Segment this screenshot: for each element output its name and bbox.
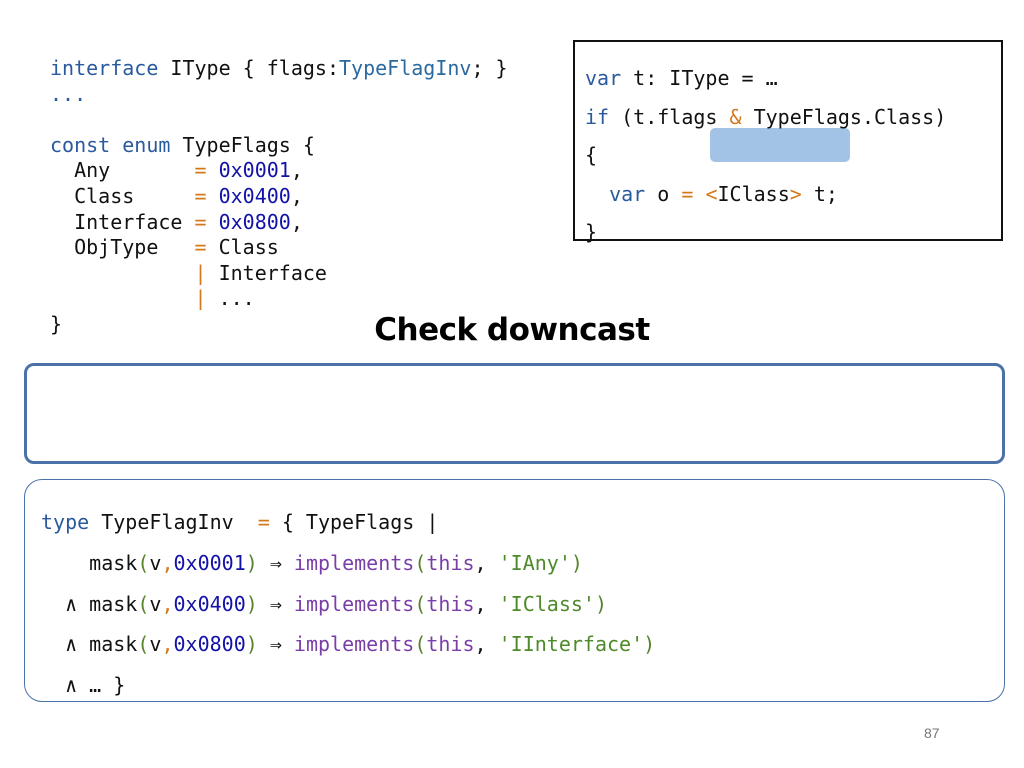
last-conjunct-line: ∧ … } [41,673,126,698]
keyword-if: if [585,104,610,129]
itype-declaration: IType { flags: [158,56,339,80]
type-flags-code-block: interface IType { flags:TypeFlagInv; } .… [50,56,508,338]
bitwise-and-operator: & [729,104,742,129]
mask-row-any: mask(v,0x0001) ⇒ implements(this, 'IAny'… [89,550,583,575]
union-rest-line: | ... [194,286,255,311]
typeflaginv-code: type TypeFlagInv = { TypeFlags | mask(v,… [41,510,656,698]
iclass-cast: IClass [717,181,790,206]
enum-entry-interface: Interface = 0x0800, [50,209,303,234]
enum-entry-any: Any = 0x0001, [50,158,303,183]
union-interface-line: | Interface [194,260,327,285]
keyword-const: const [50,132,111,157]
enum-entry-objtype: ObjType = Class [50,235,279,260]
keyword-interface: interface [50,56,159,80]
itype-end: ; } [471,56,508,80]
slide-title: Check downcast [374,312,650,348]
open-brace: { [585,143,598,167]
enum-entry-class: Class = 0x0400, [50,183,303,208]
keyword-type: type [41,510,90,534]
downcast-example-box: var t: IType = … if (t.flags & TypeFlags… [573,40,1003,244]
downcast-example-code: var t: IType = … if (t.flags & TypeFlags… [585,66,947,244]
empty-content-box [24,363,1005,464]
typeflags-open: TypeFlags { [170,132,315,157]
keyword-enum: enum [122,132,171,157]
typeflaginv-definition-box: type TypeFlagInv = { TypeFlags | mask(v,… [24,479,1005,702]
mask-row-class: ∧ mask(v,0x0400) ⇒ implements(this, 'ICl… [41,591,608,616]
keyword-var: var [585,66,622,90]
keyword-var-inner: var [609,181,646,206]
typeflaginv-ref: TypeFlagInv [339,56,472,80]
mask-row-interface: ∧ mask(v,0x0800) ⇒ implements(this, 'IIn… [41,632,656,657]
close-brace: } [585,220,598,244]
page-number: 87 [924,725,940,741]
ellipsis: ... [50,81,87,106]
